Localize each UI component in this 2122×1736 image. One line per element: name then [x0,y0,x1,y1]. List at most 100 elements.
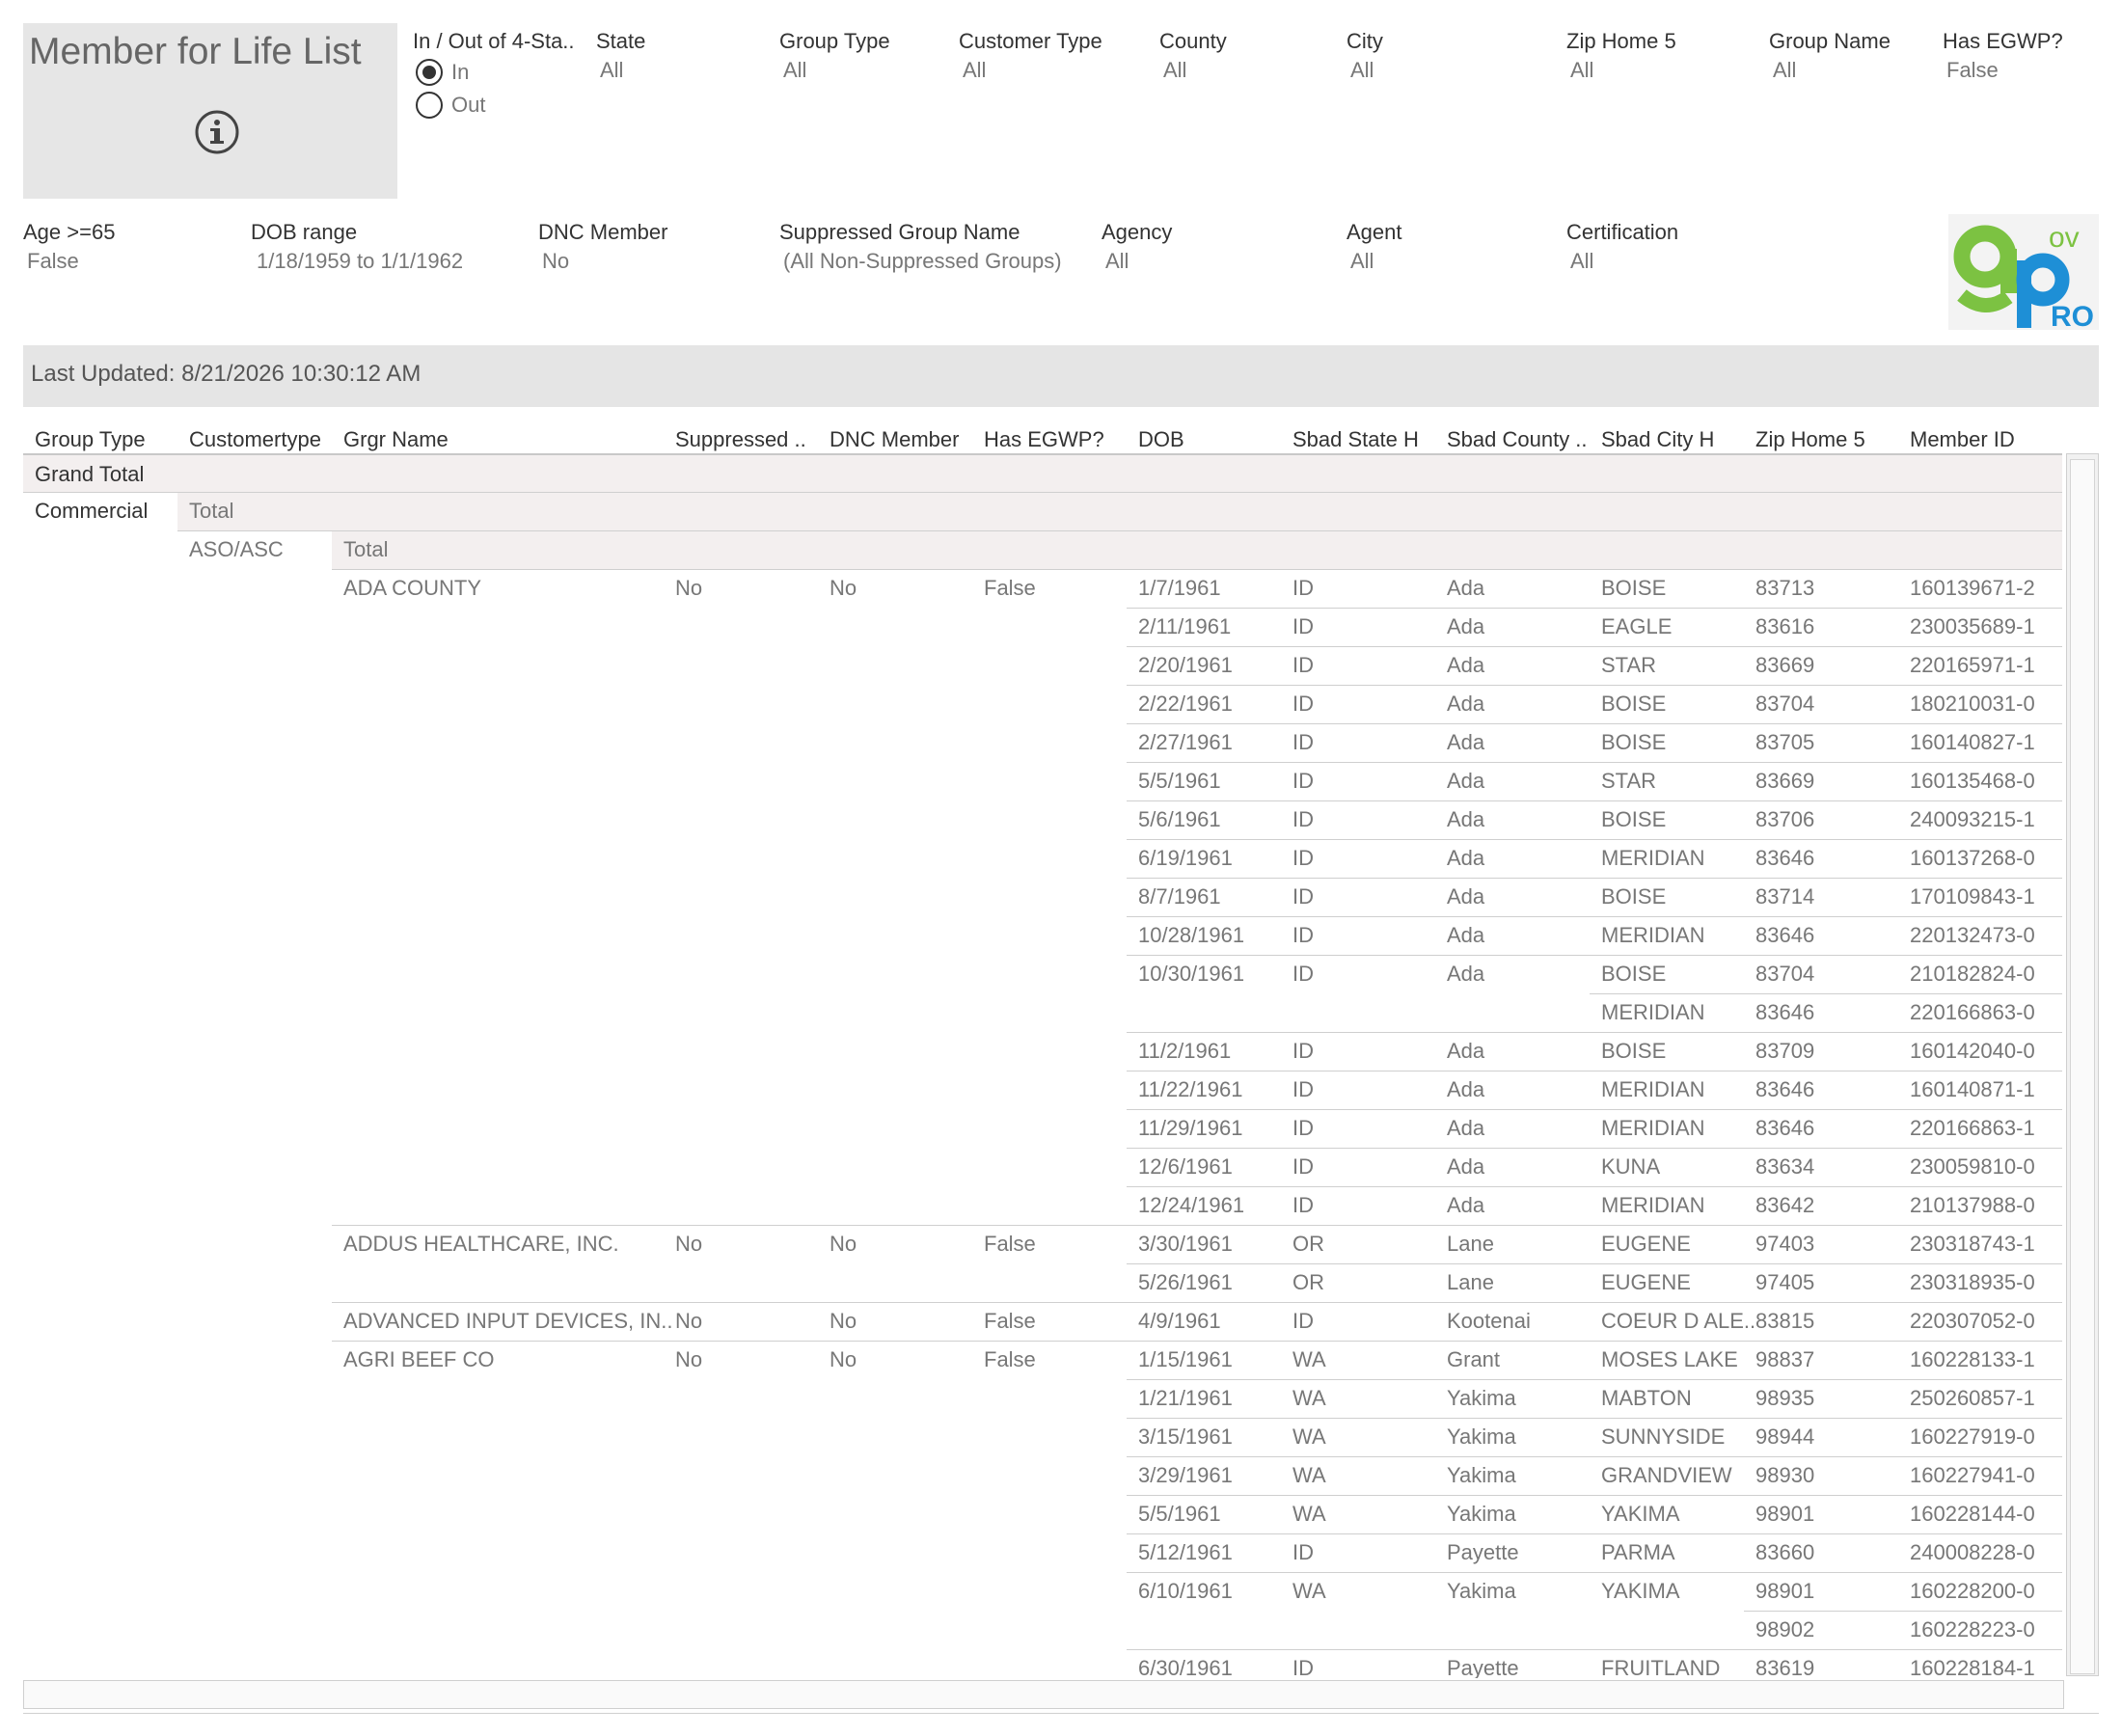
header-member-id[interactable]: Member ID [1910,427,2015,452]
cell-state: ID [1292,1154,1314,1179]
radio-in[interactable] [416,59,443,86]
cell-county: Ada [1447,1193,1485,1217]
cell-dob: 11/29/1961 [1138,1116,1243,1140]
filter-group-type-value[interactable]: All [783,58,806,83]
filter-agency-value[interactable]: All [1105,249,1129,274]
header-customertype[interactable]: Customertype [189,427,321,452]
cell-city: BOISE [1601,692,1667,716]
cell-dob: 3/29/1961 [1138,1463,1233,1487]
cell-zip: 98935 [1755,1386,1815,1410]
cell-id: 160140871-1 [1910,1077,2035,1101]
cell-id: 220165971-1 [1910,653,2035,677]
header-has-egwp[interactable]: Has EGWP? [984,427,1104,452]
cell-id: 160142040-0 [1910,1039,2035,1063]
vertical-scroll-thumb[interactable] [2070,459,2095,1674]
header-grgr-name[interactable]: Grgr Name [343,427,449,452]
commercial-total-label: Total [189,499,234,523]
header-suppressed[interactable]: Suppressed .. [675,427,806,452]
cell-city: BOISE [1601,962,1667,986]
filter-label-age: Age >=65 [23,220,116,244]
cell-city: YAKIMA [1601,1579,1680,1603]
filter-label-county: County [1159,29,1227,53]
filter-age-value[interactable]: False [27,249,79,274]
cell-dob: 2/20/1961 [1138,653,1233,677]
cell-zip: 83646 [1755,923,1815,947]
cell-city: GRANDVIEW [1601,1463,1732,1487]
filter-agent-value[interactable]: All [1350,249,1374,274]
egwp-cell: False [984,1347,1036,1371]
cell-zip: 83646 [1755,1000,1815,1024]
cell-county: Ada [1447,962,1485,986]
cell-id: 250260857-1 [1910,1386,2035,1410]
header-state[interactable]: Sbad State H [1292,427,1419,452]
last-updated-bar: Last Updated: 8/21/2026 10:30:12 AM [23,345,2099,407]
filter-label-agency: Agency [1102,220,1173,244]
filter-dnc-value[interactable]: No [542,249,569,274]
cell-id: 240093215-1 [1910,807,2035,831]
dnc-cell: No [830,1347,857,1371]
egwp-cell: False [984,576,1036,600]
cell-county: Yakima [1447,1502,1516,1526]
filter-label-certification: Certification [1566,220,1679,244]
cell-dob: 5/5/1961 [1138,1502,1221,1526]
cell-state: ID [1292,653,1314,677]
cell-state: ID [1292,923,1314,947]
cell-county: Yakima [1447,1386,1516,1410]
suppressed-cell: No [675,576,703,600]
filter-city-value[interactable]: All [1350,58,1374,83]
cell-id: 160227919-0 [1910,1424,2035,1449]
header-zip[interactable]: Zip Home 5 [1755,427,1865,452]
cell-county: Ada [1447,884,1485,909]
cell-id: 160137268-0 [1910,846,2035,870]
cell-county: Kootenai [1447,1309,1531,1333]
cell-dob: 11/2/1961 [1138,1039,1232,1063]
filter-label-group-name: Group Name [1769,29,1891,53]
dnc-cell: No [830,1232,857,1256]
filter-group-name-value[interactable]: All [1773,58,1796,83]
radio-out[interactable] [416,92,443,119]
header-county[interactable]: Sbad County .. [1447,427,1588,452]
cell-state: ID [1292,730,1314,754]
egwp-cell: False [984,1309,1036,1333]
cell-state: WA [1292,1579,1326,1603]
filter-dob-range-value[interactable]: 1/18/1959 to 1/1/1962 [257,249,463,274]
cell-county: Yakima [1447,1463,1516,1487]
filter-county-value[interactable]: All [1163,58,1186,83]
filter-label-group-type: Group Type [779,29,890,53]
group-name: AGRI BEEF CO [343,1347,495,1371]
horizontal-scrollbar[interactable] [23,1680,2064,1709]
cell-city: SUNNYSIDE [1601,1424,1726,1449]
cell-state: ID [1292,884,1314,909]
cell-state: ID [1292,1039,1314,1063]
filter-label-state: State [596,29,646,53]
header-city[interactable]: Sbad City H [1601,427,1714,452]
filter-customer-type-value[interactable]: All [963,58,986,83]
cell-zip: 98930 [1755,1463,1815,1487]
header-group-type[interactable]: Group Type [35,427,146,452]
cell-city: COEUR D ALE.. [1601,1309,1756,1333]
grand-total-row [23,455,2062,492]
cell-city: EAGLE [1601,614,1673,638]
header-dnc-member[interactable]: DNC Member [830,427,959,452]
cell-county: Yakima [1447,1579,1516,1603]
cell-dob: 11/22/1961 [1138,1077,1243,1101]
cell-zip: 83713 [1755,576,1815,600]
filter-suppressed-value[interactable]: (All Non-Suppressed Groups) [783,249,1062,274]
filter-zip-value[interactable]: All [1570,58,1593,83]
header-dob[interactable]: DOB [1138,427,1184,452]
filter-egwp-value[interactable]: False [1946,58,1999,83]
cell-dob: 12/6/1961 [1138,1154,1233,1179]
filter-certification-value[interactable]: All [1570,249,1593,274]
cell-county: Ada [1447,769,1485,793]
cell-dob: 5/12/1961 [1138,1540,1233,1564]
cell-dob: 3/30/1961 [1138,1232,1233,1256]
cell-zip: 98902 [1755,1617,1815,1641]
cell-id: 160139671-2 [1910,576,2035,600]
filter-state-value[interactable]: All [600,58,623,83]
last-updated-text: Last Updated: 8/21/2026 10:30:12 AM [31,361,422,387]
cell-city: EUGENE [1601,1232,1691,1256]
cell-id: 220166863-1 [1910,1116,2035,1140]
cell-city: BOISE [1601,576,1667,600]
info-icon[interactable] [195,110,239,154]
cell-id: 210137988-0 [1910,1193,2035,1217]
